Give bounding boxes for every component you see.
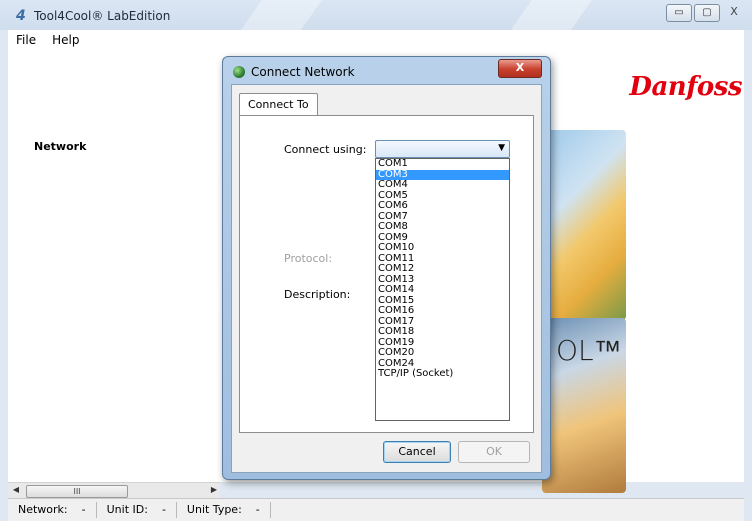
status-unit-id-value: -: [161, 503, 166, 516]
dropdown-option[interactable]: TCP/IP (Socket): [376, 368, 509, 380]
maximize-button[interactable]: ▢: [694, 4, 720, 22]
dropdown-option[interactable]: COM8: [376, 221, 509, 233]
menu-help[interactable]: Help: [44, 30, 87, 50]
menu-bar: File Help: [8, 30, 744, 50]
status-unit-id-label: Unit ID:: [106, 503, 148, 516]
dialog-title: Connect Network: [251, 65, 355, 79]
splash-illustration-top: [542, 130, 626, 320]
status-unit-type: Unit Type: -: [177, 502, 271, 518]
horizontal-scrollbar[interactable]: ◀ III ▶: [8, 482, 220, 499]
splash-product-text: OL™: [556, 334, 622, 367]
globe-icon: [233, 66, 245, 78]
status-network: Network: -: [8, 502, 97, 518]
dropdown-option[interactable]: COM10: [376, 242, 509, 254]
brand-logo: Danfoss: [629, 72, 742, 102]
connect-network-dialog: Connect Network X Connect To Connect usi…: [222, 56, 551, 480]
dropdown-option[interactable]: COM20: [376, 347, 509, 359]
scroll-thumb[interactable]: III: [26, 485, 128, 498]
protocol-label: Protocol:: [284, 252, 333, 265]
tab-strip: Connect To: [239, 93, 318, 115]
status-bar: Network: - Unit ID: - Unit Type: -: [8, 498, 744, 521]
dialog-title-bar: Connect Network: [233, 63, 355, 81]
connect-using-dropdown-list[interactable]: COM1 COM3 COM4 COM5 COM6 COM7 COM8 COM9 COM10 COM…: [375, 158, 510, 421]
dropdown-option[interactable]: COM1: [376, 159, 509, 170]
dialog-close-button[interactable]: X: [498, 59, 542, 78]
dropdown-option[interactable]: COM16: [376, 305, 509, 317]
status-network-value: -: [81, 503, 86, 516]
dropdown-option[interactable]: COM6: [376, 200, 509, 212]
title-bar-glass: [508, 0, 592, 34]
title-bar: 4 Tool4Cool® LabEdition: [16, 7, 170, 25]
dialog-body: Connect To Connect using: ▼ Protocol: De…: [231, 84, 542, 473]
connect-using-label: Connect using:: [284, 143, 367, 156]
ok-button[interactable]: OK: [458, 441, 530, 463]
close-button[interactable]: X: [722, 4, 746, 22]
tab-connect-to[interactable]: Connect To: [239, 93, 318, 115]
description-label: Description:: [284, 288, 351, 301]
title-bar-glass: [238, 0, 322, 34]
status-unit-id: Unit ID: -: [97, 502, 177, 518]
connect-to-panel: Connect using: ▼ Protocol: Description: …: [239, 115, 534, 433]
dropdown-option[interactable]: COM4: [376, 179, 509, 191]
network-label: Network: [34, 140, 87, 153]
dropdown-option[interactable]: COM12: [376, 263, 509, 275]
scroll-right-arrow-icon[interactable]: ▶: [208, 485, 220, 494]
window-title: Tool4Cool® LabEdition: [34, 9, 171, 23]
status-unit-type-value: -: [255, 503, 260, 516]
connect-using-select[interactable]: ▼: [375, 140, 510, 158]
app-icon: 4: [16, 8, 26, 24]
cancel-button[interactable]: Cancel: [383, 441, 451, 463]
chevron-down-icon[interactable]: ▼: [498, 143, 505, 153]
minimize-button[interactable]: ▭: [666, 4, 692, 22]
dropdown-option[interactable]: COM14: [376, 284, 509, 296]
dropdown-option[interactable]: COM18: [376, 326, 509, 338]
status-unit-type-label: Unit Type:: [186, 503, 242, 516]
scroll-left-arrow-icon[interactable]: ◀: [10, 485, 22, 494]
window-controls: ▭ ▢ X: [666, 4, 746, 22]
menu-file[interactable]: File: [8, 30, 44, 50]
status-network-label: Network:: [18, 503, 68, 516]
